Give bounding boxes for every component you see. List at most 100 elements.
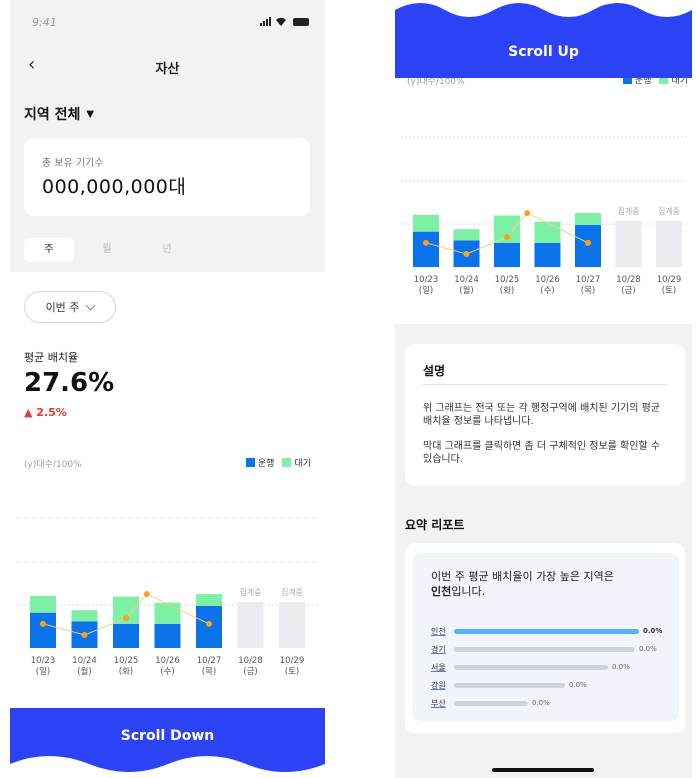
summary-text-region: 인천 (431, 585, 452, 598)
bar-standby (196, 594, 222, 606)
tab-month[interactable]: 월 (82, 238, 132, 262)
x-tick-label: (금) (621, 286, 635, 296)
summary-card: 이번 주 평균 배치율이 가장 높은 지역은 인천입니다. 인천 0.0% 경기 0.… (405, 543, 685, 733)
signal-icon (260, 17, 271, 26)
status-bar: 9:41 (10, 0, 325, 40)
bar-standby (575, 213, 601, 225)
trend-point (524, 210, 531, 217)
average-value: 27.6% (24, 368, 115, 398)
region-label: 지역 전체 (24, 107, 81, 123)
ranking-row[interactable]: 경기 0.0% (431, 643, 657, 655)
chevron-down-icon (85, 300, 96, 310)
home-indicator (492, 768, 594, 772)
bar-pending (237, 602, 264, 648)
legend-swatch-operating (245, 458, 255, 467)
bar-operating (196, 605, 222, 648)
ranking-value: 0.0% (532, 699, 550, 707)
bar-standby (453, 229, 480, 241)
chart-legend: 운행 대기 (245, 456, 311, 469)
pending-label: 집계중 (239, 587, 261, 597)
ranking-bar (454, 646, 635, 652)
ranking-value: 0.0% (639, 645, 657, 653)
chart-y-label: (y)대수/100% (24, 460, 82, 470)
status-icons (260, 17, 309, 26)
bar-chart-right: 10/23(일) 10/24(월) 10/25(화) 10/26(수) 10/27(목)… (401, 136, 686, 296)
caret-down-icon: ▼ (86, 108, 95, 120)
period-dropdown[interactable]: 이번 주 (24, 291, 116, 323)
trend-point (40, 620, 46, 627)
ranking-row[interactable]: 인천 0.0% (431, 625, 662, 637)
x-tick-label: 10/29 (657, 275, 682, 285)
bar-pending (279, 602, 305, 648)
ranking-value: 0.0% (569, 681, 587, 689)
ranking-bar (454, 682, 565, 688)
trend-point (123, 615, 129, 622)
ranking-row[interactable]: 강원 0.0% (431, 679, 587, 691)
description-paragraph-1: 위 그래프는 전국 또는 각 행정구역에 배치된 기기의 평균 배치율 정보를 … (423, 403, 661, 427)
x-tick-label: (수) (160, 667, 174, 677)
bar-operating (494, 242, 520, 267)
x-tick-label: 10/23 (414, 275, 439, 285)
legend-swatch-standby (282, 458, 292, 467)
summary-text-suffix: 입니다. (451, 585, 486, 598)
x-tick-label: 10/28 (616, 275, 641, 285)
x-tick-label: 10/29 (280, 656, 305, 666)
x-tick-label: 10/28 (238, 656, 263, 666)
average-change: ▲ 2.5% (24, 406, 67, 419)
trend-point (423, 239, 429, 246)
scroll-down-label: Scroll Down (120, 728, 215, 744)
ranking-region-name: 강원 (431, 680, 446, 690)
bar-operating (30, 612, 56, 648)
tab-year[interactable]: 년 (142, 238, 192, 262)
legend-label-operating: 운행 (257, 459, 275, 469)
x-tick-label: 10/23 (31, 656, 56, 666)
pending-label: 집계중 (658, 206, 680, 216)
trend-point (585, 239, 591, 246)
device-count-card: 총 보유 기기수 000,000,000대 (24, 138, 310, 216)
bar-pending (615, 221, 642, 267)
pending-label: 집계중 (281, 587, 303, 597)
trend-point (504, 234, 510, 241)
wave-decoration (10, 756, 325, 778)
ranking-row[interactable]: 부산 0.0% (431, 697, 550, 709)
x-tick-label: (화) (500, 286, 514, 296)
x-tick-label: 10/25 (114, 656, 139, 666)
period-tabs: 주 월 년 (10, 228, 325, 272)
x-tick-label: (화) (119, 667, 133, 677)
legend-label-standby: 대기 (294, 459, 311, 469)
nav-bar: ‹ 자산 (10, 46, 325, 82)
bar-chart: 10/23(일) 10/24(월) 10/25(화) 10/26(수) 10/27(목)… (16, 517, 319, 677)
bar-operating (413, 231, 439, 267)
bar-standby (534, 221, 561, 243)
ranking-region-name: 경기 (431, 644, 446, 654)
device-count-label: 총 보유 기기수 (42, 158, 104, 169)
left-screen: 9:41 ‹ 자산 지역 전체 ▼ 총 보유 기기수 000,000,000대 … (10, 0, 325, 778)
right-screen: (y)대수/100% 운행 대기 10/23 (일) 10/24 (월) 10/25 (화… (395, 0, 692, 778)
ranking-region-name: 인천 (431, 626, 446, 636)
legend-item-operating: 운행 (245, 456, 275, 469)
bar-operating (113, 623, 139, 648)
x-tick-label: 10/27 (576, 275, 601, 285)
period-label: 이번 주 (45, 301, 80, 314)
average-label: 평균 배치율 (24, 351, 79, 364)
bar-operating (575, 224, 601, 267)
x-tick-label: 10/25 (495, 275, 520, 285)
ranking-row[interactable]: 서울 0.0% (431, 661, 630, 673)
x-tick-label: (월) (459, 285, 473, 296)
x-tick-label: 10/26 (155, 656, 180, 666)
summary-text-prefix: 이번 주 평균 배치율이 가장 높은 지역은 (431, 570, 614, 583)
battery-icon (293, 18, 309, 26)
page-title: 자산 (155, 62, 180, 77)
bar-operating (534, 242, 561, 267)
x-tick-label: (수) (540, 286, 554, 296)
ranking-bar (454, 628, 639, 634)
bar-standby (413, 214, 439, 232)
region-dropdown[interactable]: 지역 전체 ▼ (24, 104, 94, 124)
bar-pending (656, 221, 682, 267)
divider (423, 384, 667, 385)
bar-standby (154, 602, 181, 624)
description-paragraph-2: 막대 그래프를 클릭하면 좀 더 구체적인 정보를 확인할 수 있습니다. (423, 441, 661, 465)
tab-week[interactable]: 주 (24, 238, 74, 262)
description-title: 설명 (423, 364, 446, 378)
trend-point (206, 620, 212, 627)
